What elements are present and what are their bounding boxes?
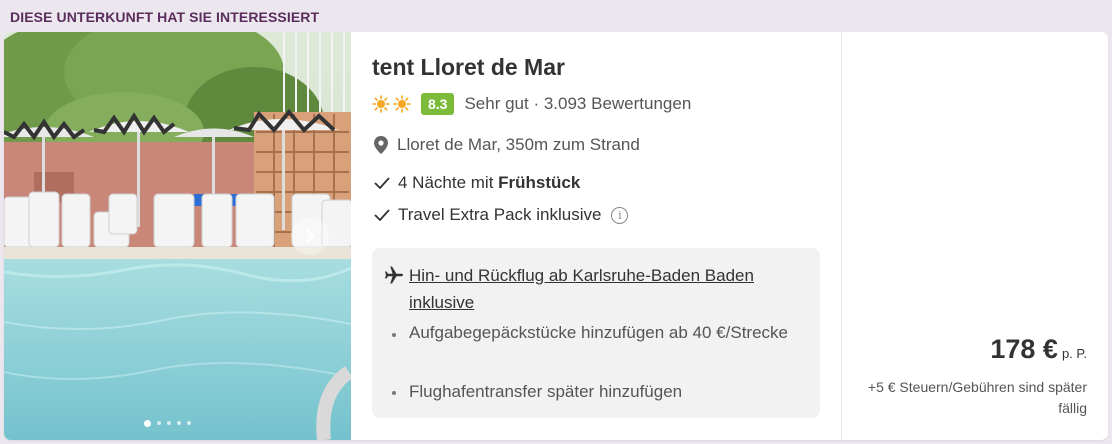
- baggage-text: Aufgabegepäckstücke hinzufügen ab 40 €/S…: [409, 323, 788, 342]
- location-text: Lloret de Mar, 350m zum Strand: [397, 135, 640, 154]
- price-amount: 178 €: [990, 334, 1058, 364]
- bullet-dot: [392, 391, 396, 395]
- sun-icon: [393, 95, 411, 113]
- gallery-dot[interactable]: [187, 421, 191, 425]
- interest-banner: DIESE UNTERKUNFT HAT SIE INTERESSIERT: [10, 9, 320, 25]
- tax-note: +5 € Steuern/Gebühren sind später fällig: [867, 379, 1087, 416]
- feature-extra-pack: Travel Extra Pack inklusive i: [374, 205, 629, 225]
- price: 178 € p. P.: [990, 334, 1087, 365]
- feature-nights: 4 Nächte mit Frühstück: [374, 173, 580, 193]
- nights-text: 4 Nächte mit Frühstück: [398, 173, 581, 192]
- hotel-name[interactable]: tent Lloret de Mar: [372, 54, 565, 81]
- gallery-dots: [144, 419, 191, 427]
- bullet-dot: [392, 333, 396, 337]
- map-pin-icon: [374, 136, 388, 154]
- location-row: Lloret de Mar, 350m zum Strand: [374, 135, 640, 155]
- hotel-details: tent Lloret de Mar 8.3 Sehr gut · 3.093: [372, 32, 832, 440]
- gallery-dot[interactable]: [157, 421, 161, 425]
- rating-text[interactable]: Sehr gut · 3.093 Bewertungen: [464, 94, 691, 114]
- price-unit: p. P.: [1061, 346, 1087, 361]
- sun-rating: [372, 95, 411, 113]
- flight-box: Hin- und Rückflug ab Karlsruhe-Baden Bad…: [372, 248, 820, 418]
- rating-row: 8.3 Sehr gut · 3.093 Bewertungen: [372, 92, 691, 116]
- next-image-button[interactable]: [291, 217, 329, 255]
- checkmark-icon: [374, 209, 390, 222]
- checkmark-icon: [374, 177, 390, 190]
- transfer-text: Flughafentransfer später hinzufügen: [409, 382, 683, 401]
- gallery-dot[interactable]: [144, 419, 151, 427]
- chevron-right-icon: [306, 229, 315, 243]
- gallery-dot[interactable]: [177, 421, 181, 425]
- info-icon[interactable]: i: [611, 206, 629, 224]
- sun-icon: [372, 95, 390, 113]
- rating-score-badge: 8.3: [421, 93, 455, 115]
- extra-pack-text: Travel Extra Pack inklusive: [398, 205, 602, 224]
- price-column: 178 € p. P. +5 € Steuern/Gebühren sind s…: [841, 32, 1108, 440]
- gallery-dot[interactable]: [167, 421, 171, 425]
- hotel-photo[interactable]: [4, 32, 351, 440]
- airplane-icon: [385, 266, 403, 284]
- hotel-card[interactable]: tent Lloret de Mar 8.3 Sehr gut · 3.093: [4, 32, 1108, 440]
- flight-link[interactable]: Hin- und Rückflug ab Karlsruhe-Baden Bad…: [409, 262, 789, 316]
